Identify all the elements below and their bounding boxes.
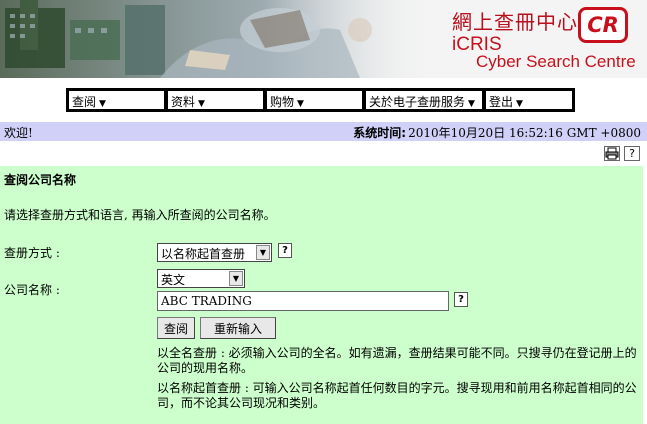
info-bar: 欢迎! 系统时间: 2010年10月20日 16:52:16 GMT +0800 bbox=[0, 122, 647, 141]
banner-photo-collage bbox=[0, 0, 440, 78]
page-title: 查阅公司名称 bbox=[4, 173, 77, 187]
caret-down-icon: ▼ bbox=[198, 99, 205, 109]
caret-down-icon: ▼ bbox=[468, 99, 475, 109]
nav-item-label: 购物 bbox=[270, 95, 295, 109]
search-method-value: 以名称起首查册 bbox=[161, 247, 246, 261]
nav-item-logout[interactable]: 登出 ▼ bbox=[485, 90, 573, 110]
nav-item-label: 查阅 bbox=[72, 95, 97, 109]
language-select[interactable]: 英文 ▼ bbox=[157, 269, 245, 288]
system-time-label: 系统时间: bbox=[353, 126, 407, 140]
nav-item-label: 关於电子查册服务 bbox=[369, 95, 466, 109]
caret-down-icon: ▼ bbox=[297, 99, 304, 109]
company-name-input[interactable] bbox=[157, 291, 449, 311]
header-banner: 網上查冊中心 CR iCRIS Cyber Search Centre bbox=[0, 0, 647, 78]
system-time-value: 2010年10月20日 16:52:16 GMT +0800 bbox=[408, 126, 641, 140]
caret-down-icon: ▼ bbox=[516, 99, 523, 109]
system-time: 系统时间: 2010年10月20日 16:52:16 GMT +0800 bbox=[353, 124, 641, 141]
welcome-text: 欢迎! bbox=[4, 126, 33, 140]
brand-chinese-name: 網上查冊中心 bbox=[452, 10, 578, 34]
prefix-search-note: 以名称起首查册 : 可输入公司名称起首任何数目的字元。搜寻现用和前用名称起首相同… bbox=[157, 381, 637, 410]
nav-item-search[interactable]: 查阅 ▼ bbox=[68, 90, 165, 110]
nav-item-label: 登出 bbox=[489, 95, 514, 109]
company-name-label: 公司名称 : bbox=[4, 283, 60, 297]
cr-logo: CR bbox=[578, 7, 628, 43]
full-name-search-note: 以全名查册 : 必须输入公司的全名。如有遗漏，查册结果可能不同。只搜寻仍在登记册… bbox=[157, 346, 637, 375]
nav-item-shopping[interactable]: 购物 ▼ bbox=[266, 90, 363, 110]
search-method-help-icon[interactable]: ? bbox=[278, 243, 292, 258]
printer-icon[interactable] bbox=[604, 146, 620, 161]
main-nav: 查阅 ▼ 资料 ▼ 购物 ▼ 关於电子查册服务 ▼ 登出 ▼ bbox=[66, 88, 575, 112]
help-icon[interactable]: ? bbox=[624, 146, 640, 161]
caret-down-icon: ▼ bbox=[99, 99, 106, 109]
intro-text: 请选择查册方式和语言, 再输入所查阅的公司名称。 bbox=[4, 208, 276, 222]
search-panel: 查阅公司名称 请选择查册方式和语言, 再输入所查阅的公司名称。 查册方式 : 以… bbox=[0, 166, 643, 424]
reset-button[interactable]: 重新输入 bbox=[200, 317, 276, 339]
page-tools: ? bbox=[604, 146, 640, 161]
search-method-select[interactable]: 以名称起首查册 ▼ bbox=[157, 243, 272, 262]
nav-item-info[interactable]: 资料 ▼ bbox=[167, 90, 264, 110]
brand-english-name: Cyber Search Centre bbox=[476, 52, 636, 71]
language-value: 英文 bbox=[161, 273, 186, 287]
nav-item-about[interactable]: 关於电子查册服务 ▼ bbox=[365, 90, 483, 110]
search-method-label: 查册方式 : bbox=[4, 246, 60, 260]
dropdown-arrow-icon: ▼ bbox=[256, 245, 270, 260]
printer-icon-glyph bbox=[605, 147, 619, 160]
nav-item-label: 资料 bbox=[171, 95, 196, 109]
search-button[interactable]: 查阅 bbox=[157, 317, 195, 339]
dropdown-arrow-icon: ▼ bbox=[229, 271, 243, 286]
company-name-help-icon[interactable]: ? bbox=[454, 292, 468, 307]
